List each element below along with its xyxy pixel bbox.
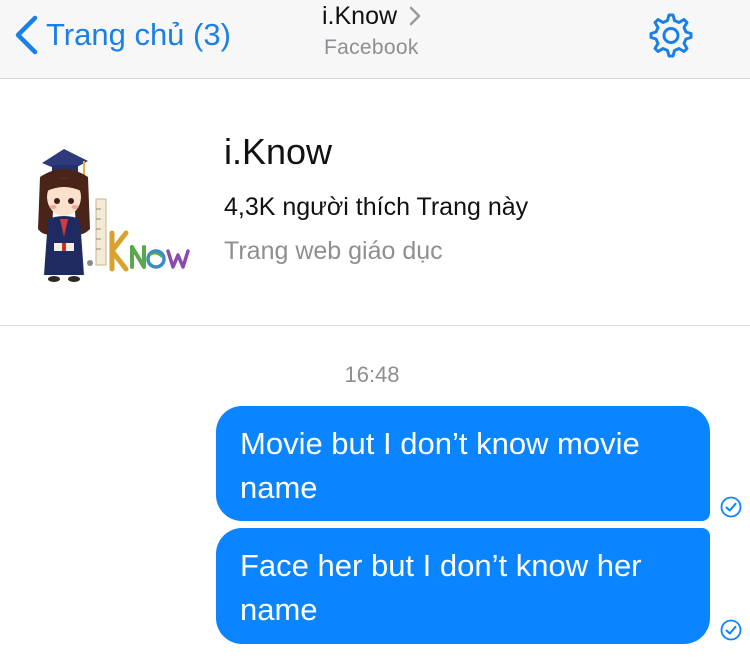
sent-check-icon bbox=[720, 496, 742, 518]
conversation-title-text: i.Know bbox=[322, 1, 398, 30]
message-timestamp: 16:48 bbox=[0, 362, 750, 388]
back-button-label: Trang chủ (3) bbox=[46, 17, 231, 52]
gear-icon[interactable] bbox=[648, 13, 694, 59]
back-button[interactable]: Trang chủ (3) bbox=[14, 12, 231, 58]
chevron-left-icon bbox=[15, 15, 38, 55]
page-name: i.Know bbox=[224, 131, 333, 172]
page-logo-avatar bbox=[38, 149, 190, 282]
conversation-subtitle: Facebook bbox=[324, 36, 419, 59]
page-info-card[interactable]: i.Know 4,3K người thích Trang này Trang … bbox=[0, 79, 750, 326]
page-likes-count: 4,3K người thích Trang này bbox=[224, 193, 529, 221]
message-bubble-outgoing[interactable]: Movie but I don’t know movie name bbox=[216, 406, 710, 521]
navigation-bar: Trang chủ (3) i.Know Facebook bbox=[0, 0, 750, 79]
message-bubble-outgoing[interactable]: Face her but I don’t know her name bbox=[216, 528, 710, 644]
timestamp-text: 16:48 bbox=[344, 362, 400, 387]
sent-check-icon bbox=[720, 619, 742, 641]
chevron-right-icon bbox=[409, 6, 421, 26]
conversation-title[interactable]: i.Know bbox=[322, 0, 421, 32]
page-category: Trang web giáo dục bbox=[224, 237, 443, 265]
